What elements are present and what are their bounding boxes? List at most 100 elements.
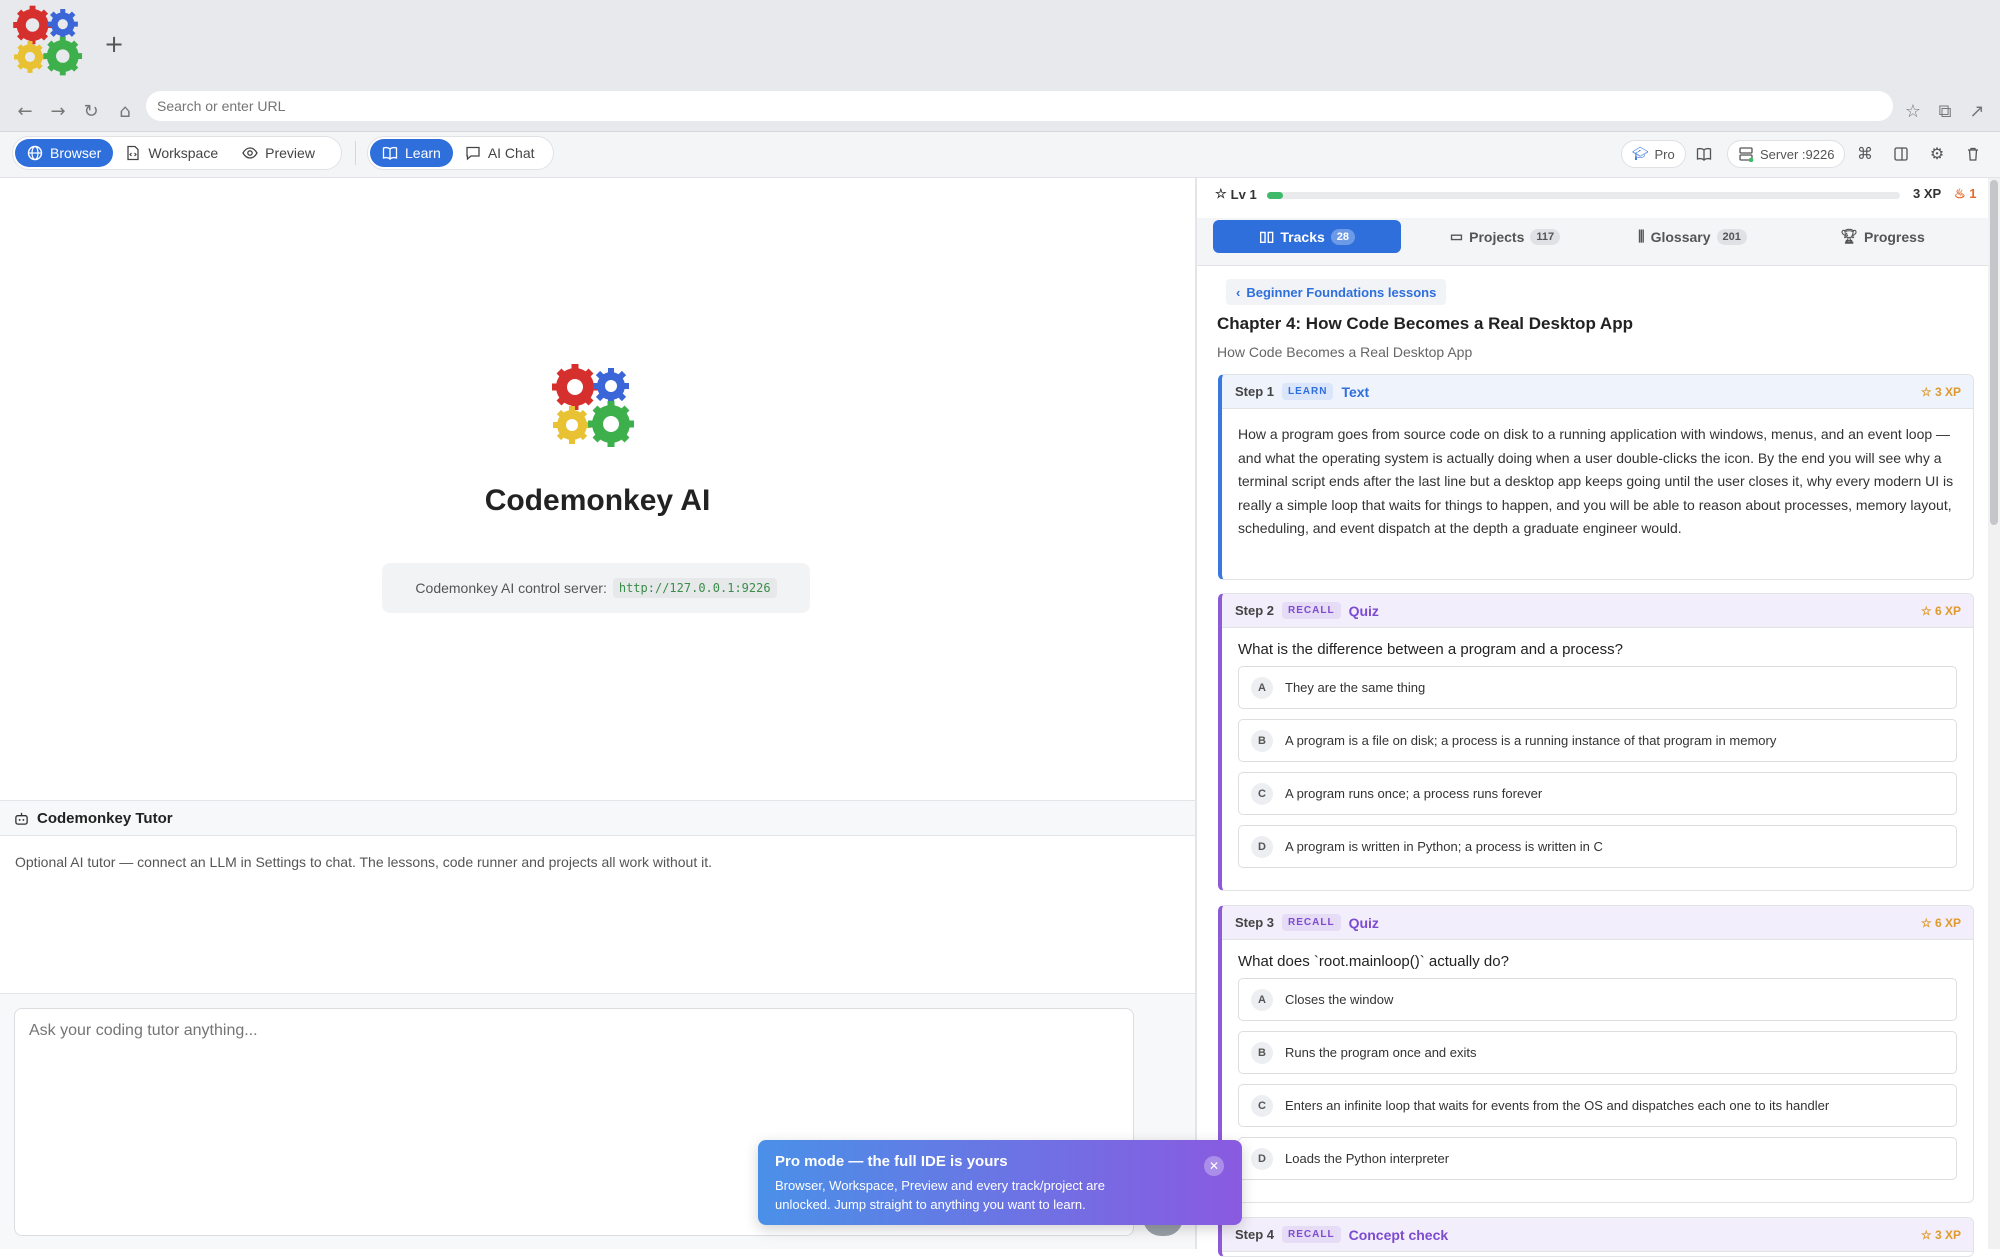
xp-progress-fill — [1267, 192, 1283, 199]
quiz-question: What does `root.mainloop()` actually do? — [1238, 953, 1509, 970]
chat-bubble-icon — [466, 146, 480, 161]
tab-tracks-count: 28 — [1330, 228, 1356, 245]
control-server-label: Codemonkey AI control server: — [415, 580, 607, 596]
folder-code-icon: ▭ — [1449, 228, 1464, 244]
step-number: Step 3 — [1235, 915, 1275, 930]
option-letter: D — [1251, 1147, 1273, 1170]
new-tab-button[interactable]: + — [104, 30, 124, 58]
step-header: Step 3 RECALL Quiz ☆ 6 XP — [1222, 906, 1973, 940]
book-icon[interactable] — [1693, 143, 1715, 165]
command-icon[interactable]: ⌘ — [1854, 143, 1876, 165]
lesson-step-3: Step 3 RECALL Quiz ☆ 6 XP What does `roo… — [1218, 905, 1974, 1203]
sidebar-toggle-icon[interactable] — [1890, 143, 1912, 165]
quiz-option[interactable]: A Closes the window — [1238, 978, 1957, 1021]
step-kind-badge: RECALL — [1282, 914, 1341, 931]
tab-projects[interactable]: ▭ Projects 117 — [1420, 220, 1590, 253]
copy-icon[interactable]: ⧉ — [1934, 100, 1956, 122]
quiz-option[interactable]: C A program runs once; a process runs for… — [1238, 772, 1957, 815]
learn-button[interactable]: Learn — [370, 139, 453, 167]
option-letter: B — [1251, 729, 1273, 752]
streak-counter: ♨ 1 — [1954, 186, 1977, 202]
toolbar-separator — [355, 141, 356, 165]
quiz-option[interactable]: D A program is written in Python; a proce… — [1238, 825, 1957, 868]
step-xp: ☆ 3 XP — [1920, 1227, 1961, 1242]
lesson-step-1: Step 1 LEARN Text ☆ 3 XP How a program g… — [1218, 374, 1974, 580]
server-label: Server :9226 — [1760, 146, 1835, 162]
quiz-option[interactable]: D Loads the Python interpreter — [1238, 1137, 1957, 1180]
tab-projects-count: 117 — [1530, 228, 1561, 245]
step-xp-value: 3 XP — [1934, 1227, 1961, 1242]
workspace-mode-button[interactable]: Workspace — [113, 139, 230, 167]
tab-tracks-label: Tracks — [1280, 228, 1325, 245]
tab-progress[interactable]: 🏆︎ Progress — [1790, 220, 1975, 253]
scrollbar-thumb[interactable] — [1990, 180, 1998, 525]
quiz-question: What is the difference between a program… — [1238, 641, 1623, 658]
toast-body: Browser, Workspace, Preview and every tr… — [775, 1178, 1105, 1212]
lesson-step-2: Step 2 RECALL Quiz ☆ 6 XP What is the di… — [1218, 593, 1974, 891]
step-header: Step 4 RECALL Concept check ☆ 3 XP — [1222, 1218, 1973, 1252]
close-icon[interactable]: ✕ — [1204, 1156, 1224, 1176]
settings-gear-icon[interactable]: ⚙ — [1926, 143, 1948, 165]
bookmark-star-icon[interactable]: ☆ — [1902, 100, 1924, 122]
level-star-icon: ☆ — [1215, 186, 1227, 201]
tab-glossary[interactable]: ⫼ Glossary 201 — [1605, 220, 1780, 253]
browser-mode-button[interactable]: Browser — [15, 139, 114, 167]
library-icon: ⫼ — [1638, 228, 1645, 244]
chapter-title: Chapter 4: How Code Becomes a Real Deskt… — [1217, 314, 1633, 333]
quiz-option[interactable]: C Enters an infinite loop that waits for … — [1238, 1084, 1957, 1127]
tab-glossary-count: 201 — [1716, 228, 1747, 245]
step-number: Step 1 — [1235, 384, 1275, 399]
option-letter: B — [1251, 1041, 1273, 1064]
option-text: Loads the Python interpreter — [1285, 1151, 1450, 1166]
option-text: A program runs once; a process runs fore… — [1285, 786, 1543, 801]
graduation-cap-icon: 🎓︎ — [1632, 146, 1649, 161]
pro-button[interactable]: 🎓︎ Pro — [1621, 140, 1686, 168]
quiz-option[interactable]: B A program is a file on disk; a process … — [1238, 719, 1957, 762]
codemonkey-logo-icon — [552, 364, 634, 447]
preview-mode-button[interactable]: Preview — [230, 139, 327, 167]
tab-progress-label: Progress — [1864, 228, 1925, 245]
step-xp: ☆ 6 XP — [1920, 603, 1961, 618]
step-header: Step 1 LEARN Text ☆ 3 XP — [1222, 375, 1973, 409]
tutor-message: Optional AI tutor — connect an LLM in Se… — [15, 854, 713, 870]
step-header: Step 2 RECALL Quiz ☆ 6 XP — [1222, 594, 1973, 628]
pro-mode-toast: Pro mode — the full IDE is yours Browser… — [758, 1140, 1242, 1225]
trash-icon[interactable] — [1962, 143, 1984, 165]
book-open-icon — [382, 146, 398, 161]
step-kind-badge: LEARN — [1282, 383, 1334, 400]
mode-switcher: Browser Workspace Preview — [12, 136, 342, 170]
xp-progress-bar — [1267, 192, 1900, 199]
ai-chat-button[interactable]: AI Chat — [453, 139, 547, 167]
quiz-option[interactable]: B Runs the program once and exits — [1238, 1031, 1957, 1074]
learn-chat-switcher: Learn AI Chat — [367, 136, 554, 170]
preview-mode-label: Preview — [265, 145, 315, 161]
step-type: Concept check — [1348, 1226, 1449, 1243]
home-icon[interactable]: ⌂ — [114, 100, 136, 122]
step-kind-badge: RECALL — [1282, 602, 1341, 619]
robot-icon — [15, 812, 28, 825]
step-number: Step 2 — [1235, 603, 1275, 618]
step-text: How a program goes from source code on d… — [1238, 426, 1954, 536]
tab-tracks[interactable]: ▯▯ Tracks 28 — [1213, 220, 1401, 253]
quiz-option[interactable]: A They are the same thing — [1238, 666, 1957, 709]
xp-total: 3 XP — [1913, 186, 1942, 201]
step-type: Text — [1341, 383, 1370, 400]
option-text: A program is a file on disk; a process i… — [1285, 733, 1777, 748]
file-code-icon — [127, 145, 140, 161]
option-text: They are the same thing — [1285, 680, 1426, 695]
step-number: Step 4 — [1235, 1227, 1275, 1242]
open-external-icon[interactable]: ↗ — [1966, 100, 1988, 122]
chapter-subtitle: How Code Becomes a Real Desktop App — [1217, 344, 1473, 360]
control-server-info: Codemonkey AI control server: http://127… — [382, 563, 810, 613]
chevron-left-icon: ‹ — [1236, 284, 1241, 300]
option-letter: A — [1251, 988, 1273, 1011]
control-server-url[interactable]: http://127.0.0.1:9226 — [612, 578, 777, 598]
reload-icon[interactable]: ↻ — [80, 100, 102, 122]
url-input[interactable] — [146, 91, 1893, 121]
toast-title: Pro mode — the full IDE is yours — [775, 1153, 1008, 1170]
back-to-lessons-link[interactable]: ‹ Beginner Foundations lessons — [1226, 279, 1447, 305]
option-letter: A — [1251, 676, 1273, 699]
server-status-button[interactable]: Server :9226 — [1727, 140, 1846, 168]
forward-arrow-icon[interactable]: → — [47, 100, 69, 122]
back-arrow-icon[interactable]: ← — [14, 100, 36, 122]
